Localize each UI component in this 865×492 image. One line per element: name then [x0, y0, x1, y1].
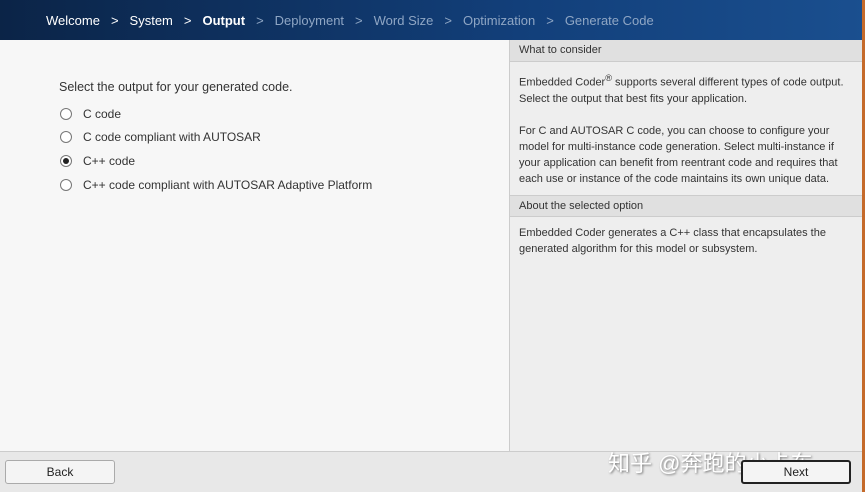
option-label: C++ code compliant with AUTOSAR Adaptive… — [83, 178, 373, 192]
about-option-body: Embedded Coder generates a C++ class tha… — [519, 226, 826, 255]
radio-button[interactable] — [60, 108, 72, 120]
separator: > — [183, 12, 192, 28]
back-button[interactable]: Back — [5, 460, 115, 484]
option-c-code[interactable]: C code — [60, 107, 121, 121]
help-panel: What to consider Embedded Coder® support… — [509, 40, 862, 451]
crumb-welcome[interactable]: Welcome — [46, 13, 100, 28]
separator: > — [355, 12, 363, 28]
option-cpp-autosar-adaptive[interactable]: C++ code compliant with AUTOSAR Adaptive… — [60, 178, 372, 192]
registered-mark: ® — [605, 73, 612, 83]
crumb-optimization: Optimization — [462, 12, 536, 28]
radio-button[interactable] — [60, 131, 72, 143]
crumb-deployment: Deployment — [274, 12, 345, 28]
option-label: C code — [83, 107, 122, 121]
separator: > — [110, 12, 119, 28]
crumb-word-size: Word Size — [373, 12, 434, 28]
option-label: C code compliant with AUTOSAR — [83, 130, 261, 144]
option-c-autosar[interactable]: C code compliant with AUTOSAR — [60, 130, 261, 144]
separator: > — [256, 12, 264, 28]
text: Embedded Coder — [519, 76, 606, 89]
crumb-generate-code: Generate Code — [564, 12, 654, 28]
prompt: Select the output for your generated cod… — [59, 80, 293, 94]
crumb-system[interactable]: System — [130, 13, 173, 28]
radio-button-selected[interactable] — [60, 155, 72, 167]
what-to-consider-body: Embedded Coder® supports several differe… — [510, 62, 862, 195]
separator: > — [444, 12, 452, 28]
option-cpp-code[interactable]: C++ code — [60, 154, 135, 168]
options-panel: Select the output for your generated cod… — [0, 40, 509, 451]
footer: Back 知乎 @奔跑的小卡车 Next — [0, 451, 865, 492]
text: For C and AUTOSAR C code, you can choose… — [519, 124, 838, 185]
option-label: C++ code — [83, 154, 136, 168]
about-option-header: About the selected option — [510, 194, 862, 217]
what-to-consider-header: What to consider — [510, 40, 862, 62]
separator: > — [546, 12, 554, 28]
next-button[interactable]: Next — [741, 460, 851, 484]
radio-button[interactable] — [60, 179, 72, 191]
crumb-output: Output — [202, 12, 246, 28]
breadcrumb: Welcome > System > Output > Deployment > Wor… — [0, 0, 865, 40]
